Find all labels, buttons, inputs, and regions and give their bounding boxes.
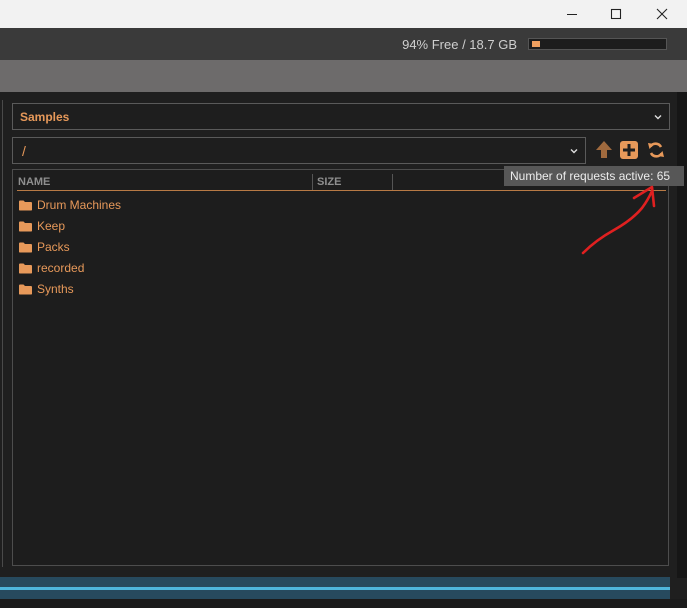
left-panel-edge xyxy=(0,100,3,567)
file-list[interactable]: NAME SIZE Drum Machines Keep Packs recor… xyxy=(12,169,669,566)
window-titlebar xyxy=(0,0,687,28)
app-header: 94% Free / 18.7 GB xyxy=(0,28,687,60)
column-header-name[interactable]: NAME xyxy=(18,176,50,188)
chevron-down-icon xyxy=(654,115,662,120)
list-item[interactable]: recorded xyxy=(19,259,84,277)
new-folder-button[interactable] xyxy=(619,140,639,160)
annotation-arrow-icon xyxy=(581,185,656,255)
waveform-line xyxy=(0,587,670,590)
list-item[interactable]: Drum Machines xyxy=(19,196,121,214)
bottom-strip xyxy=(0,599,687,608)
folder-icon xyxy=(19,200,32,210)
close-button[interactable] xyxy=(639,0,685,28)
folder-icon xyxy=(19,284,32,294)
location-select-value: Samples xyxy=(20,110,70,124)
scrollbar-track[interactable] xyxy=(677,92,687,578)
storage-status: 94% Free / 18.7 GB xyxy=(402,37,517,52)
maximize-button[interactable] xyxy=(593,0,639,28)
list-item-name: Synths xyxy=(37,282,74,296)
refresh-icon xyxy=(648,142,664,158)
path-select[interactable]: / xyxy=(12,137,586,164)
path-select-value: / xyxy=(22,143,26,159)
new-folder-icon xyxy=(620,141,638,159)
column-header-size[interactable]: SIZE xyxy=(317,176,341,188)
storage-bar-fill xyxy=(532,41,540,47)
column-separator[interactable] xyxy=(392,174,393,190)
toolbar-band xyxy=(0,60,687,92)
waveform-preview[interactable] xyxy=(0,577,670,599)
location-select[interactable]: Samples xyxy=(12,103,670,130)
list-item-name: recorded xyxy=(37,261,85,275)
parent-folder-button[interactable] xyxy=(594,139,614,159)
folder-icon xyxy=(19,242,32,252)
maximize-icon xyxy=(610,8,622,20)
minimize-button[interactable] xyxy=(549,0,595,28)
arrow-up-icon xyxy=(596,141,612,158)
close-icon xyxy=(656,8,668,20)
list-item-name: Packs xyxy=(37,240,70,254)
list-item[interactable]: Packs xyxy=(19,238,70,256)
minimize-icon xyxy=(567,14,577,15)
folder-icon xyxy=(19,263,32,273)
list-item[interactable]: Keep xyxy=(19,217,65,235)
column-separator[interactable] xyxy=(312,174,313,190)
refresh-button[interactable] xyxy=(646,140,666,160)
folder-icon xyxy=(19,221,32,231)
list-item-name: Keep xyxy=(37,219,66,233)
storage-bar xyxy=(528,38,667,50)
list-item[interactable]: Synths xyxy=(19,280,74,298)
list-item-name: Drum Machines xyxy=(37,198,122,212)
chevron-down-icon xyxy=(570,149,578,154)
